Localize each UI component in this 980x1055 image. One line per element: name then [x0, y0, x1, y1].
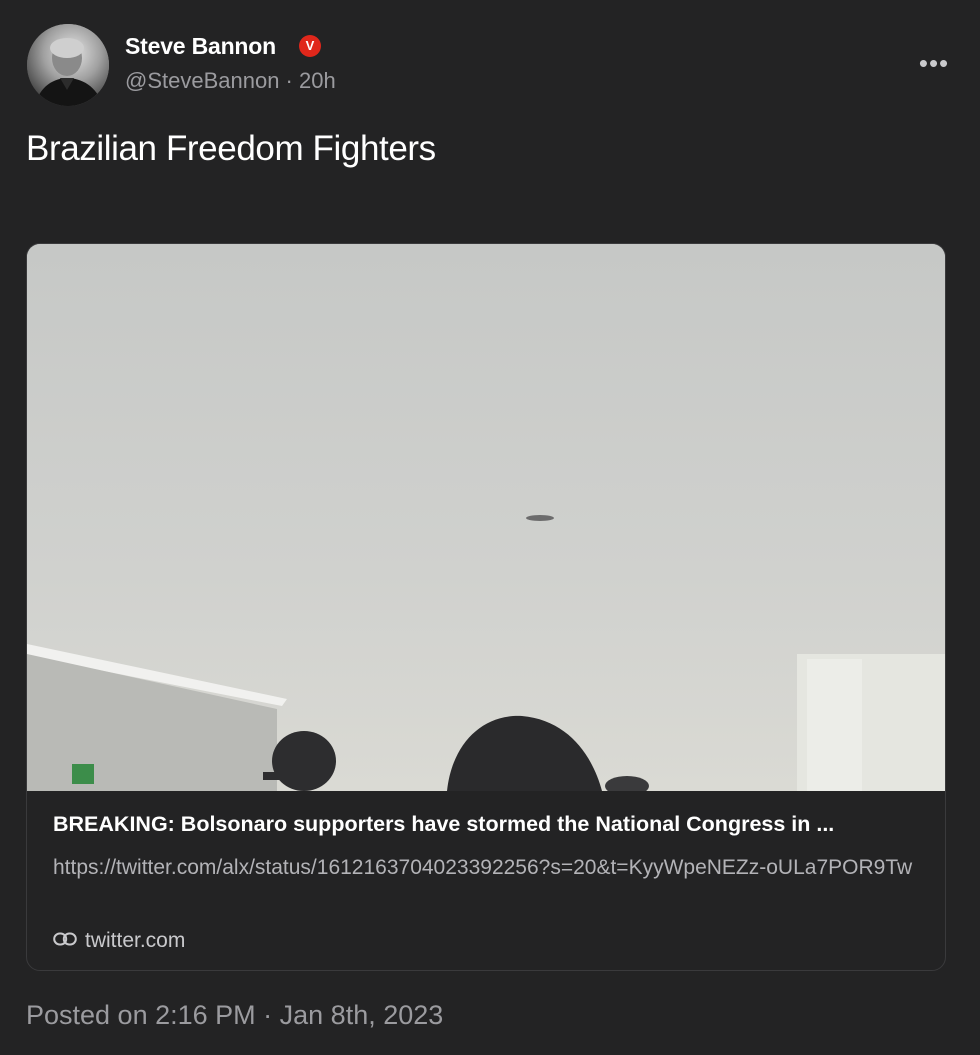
verified-badge-icon: V: [299, 35, 321, 57]
post: Steve Bannon V @SteveBannon · 20h ••• Br…: [0, 0, 980, 1055]
more-options-button[interactable]: •••: [912, 46, 956, 80]
link-domain[interactable]: twitter.com: [53, 929, 185, 953]
avatar-photo: [27, 24, 109, 106]
link-preview-image: [27, 244, 945, 791]
post-text: Brazilian Freedom Fighters: [26, 129, 436, 168]
avatar[interactable]: [27, 24, 109, 106]
author-name[interactable]: Steve Bannon: [125, 33, 276, 60]
author-handle-timestamp[interactable]: @SteveBannon · 20h: [125, 68, 336, 94]
link-domain-text: twitter.com: [85, 929, 186, 952]
posted-on-timestamp: Posted on 2:16 PM · Jan 8th, 2023: [26, 1000, 444, 1030]
more-horizontal-icon: •••: [918, 48, 950, 78]
link-icon: [53, 932, 77, 946]
link-preview-card[interactable]: BREAKING: Bolsonaro supporters have stor…: [26, 243, 946, 971]
link-url[interactable]: https://twitter.com/alx/status/161216370…: [53, 851, 913, 885]
link-title[interactable]: BREAKING: Bolsonaro supporters have stor…: [53, 812, 923, 837]
